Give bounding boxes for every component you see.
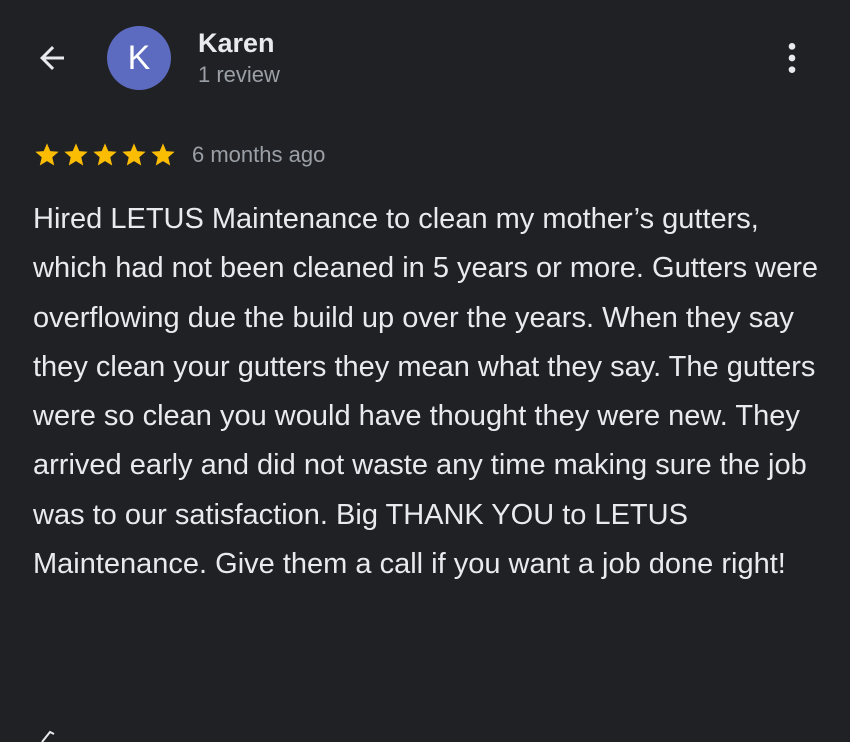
more-vert-icon xyxy=(788,43,796,73)
rating-row: 6 months ago xyxy=(33,140,325,170)
star-icon xyxy=(122,143,146,166)
avatar-letter: K xyxy=(127,38,151,77)
review-text: Hired LETUS Maintenance to clean my moth… xyxy=(33,203,819,581)
review-count: 1 review xyxy=(198,62,280,87)
back-button[interactable] xyxy=(30,36,74,80)
star-rating xyxy=(33,141,178,169)
review-time: 6 months ago xyxy=(192,142,326,167)
reviewer-name[interactable]: Karen xyxy=(198,28,275,58)
star-icon xyxy=(93,143,117,166)
review-header: K Karen 1 review xyxy=(0,0,850,110)
star-icon xyxy=(64,143,88,166)
star-icon xyxy=(35,143,59,166)
arrow-back-icon xyxy=(40,46,64,70)
thumb-up-icon[interactable] xyxy=(40,722,70,742)
star-icon xyxy=(151,143,175,166)
avatar[interactable]: K xyxy=(107,26,171,90)
more-options-button[interactable] xyxy=(770,36,814,80)
